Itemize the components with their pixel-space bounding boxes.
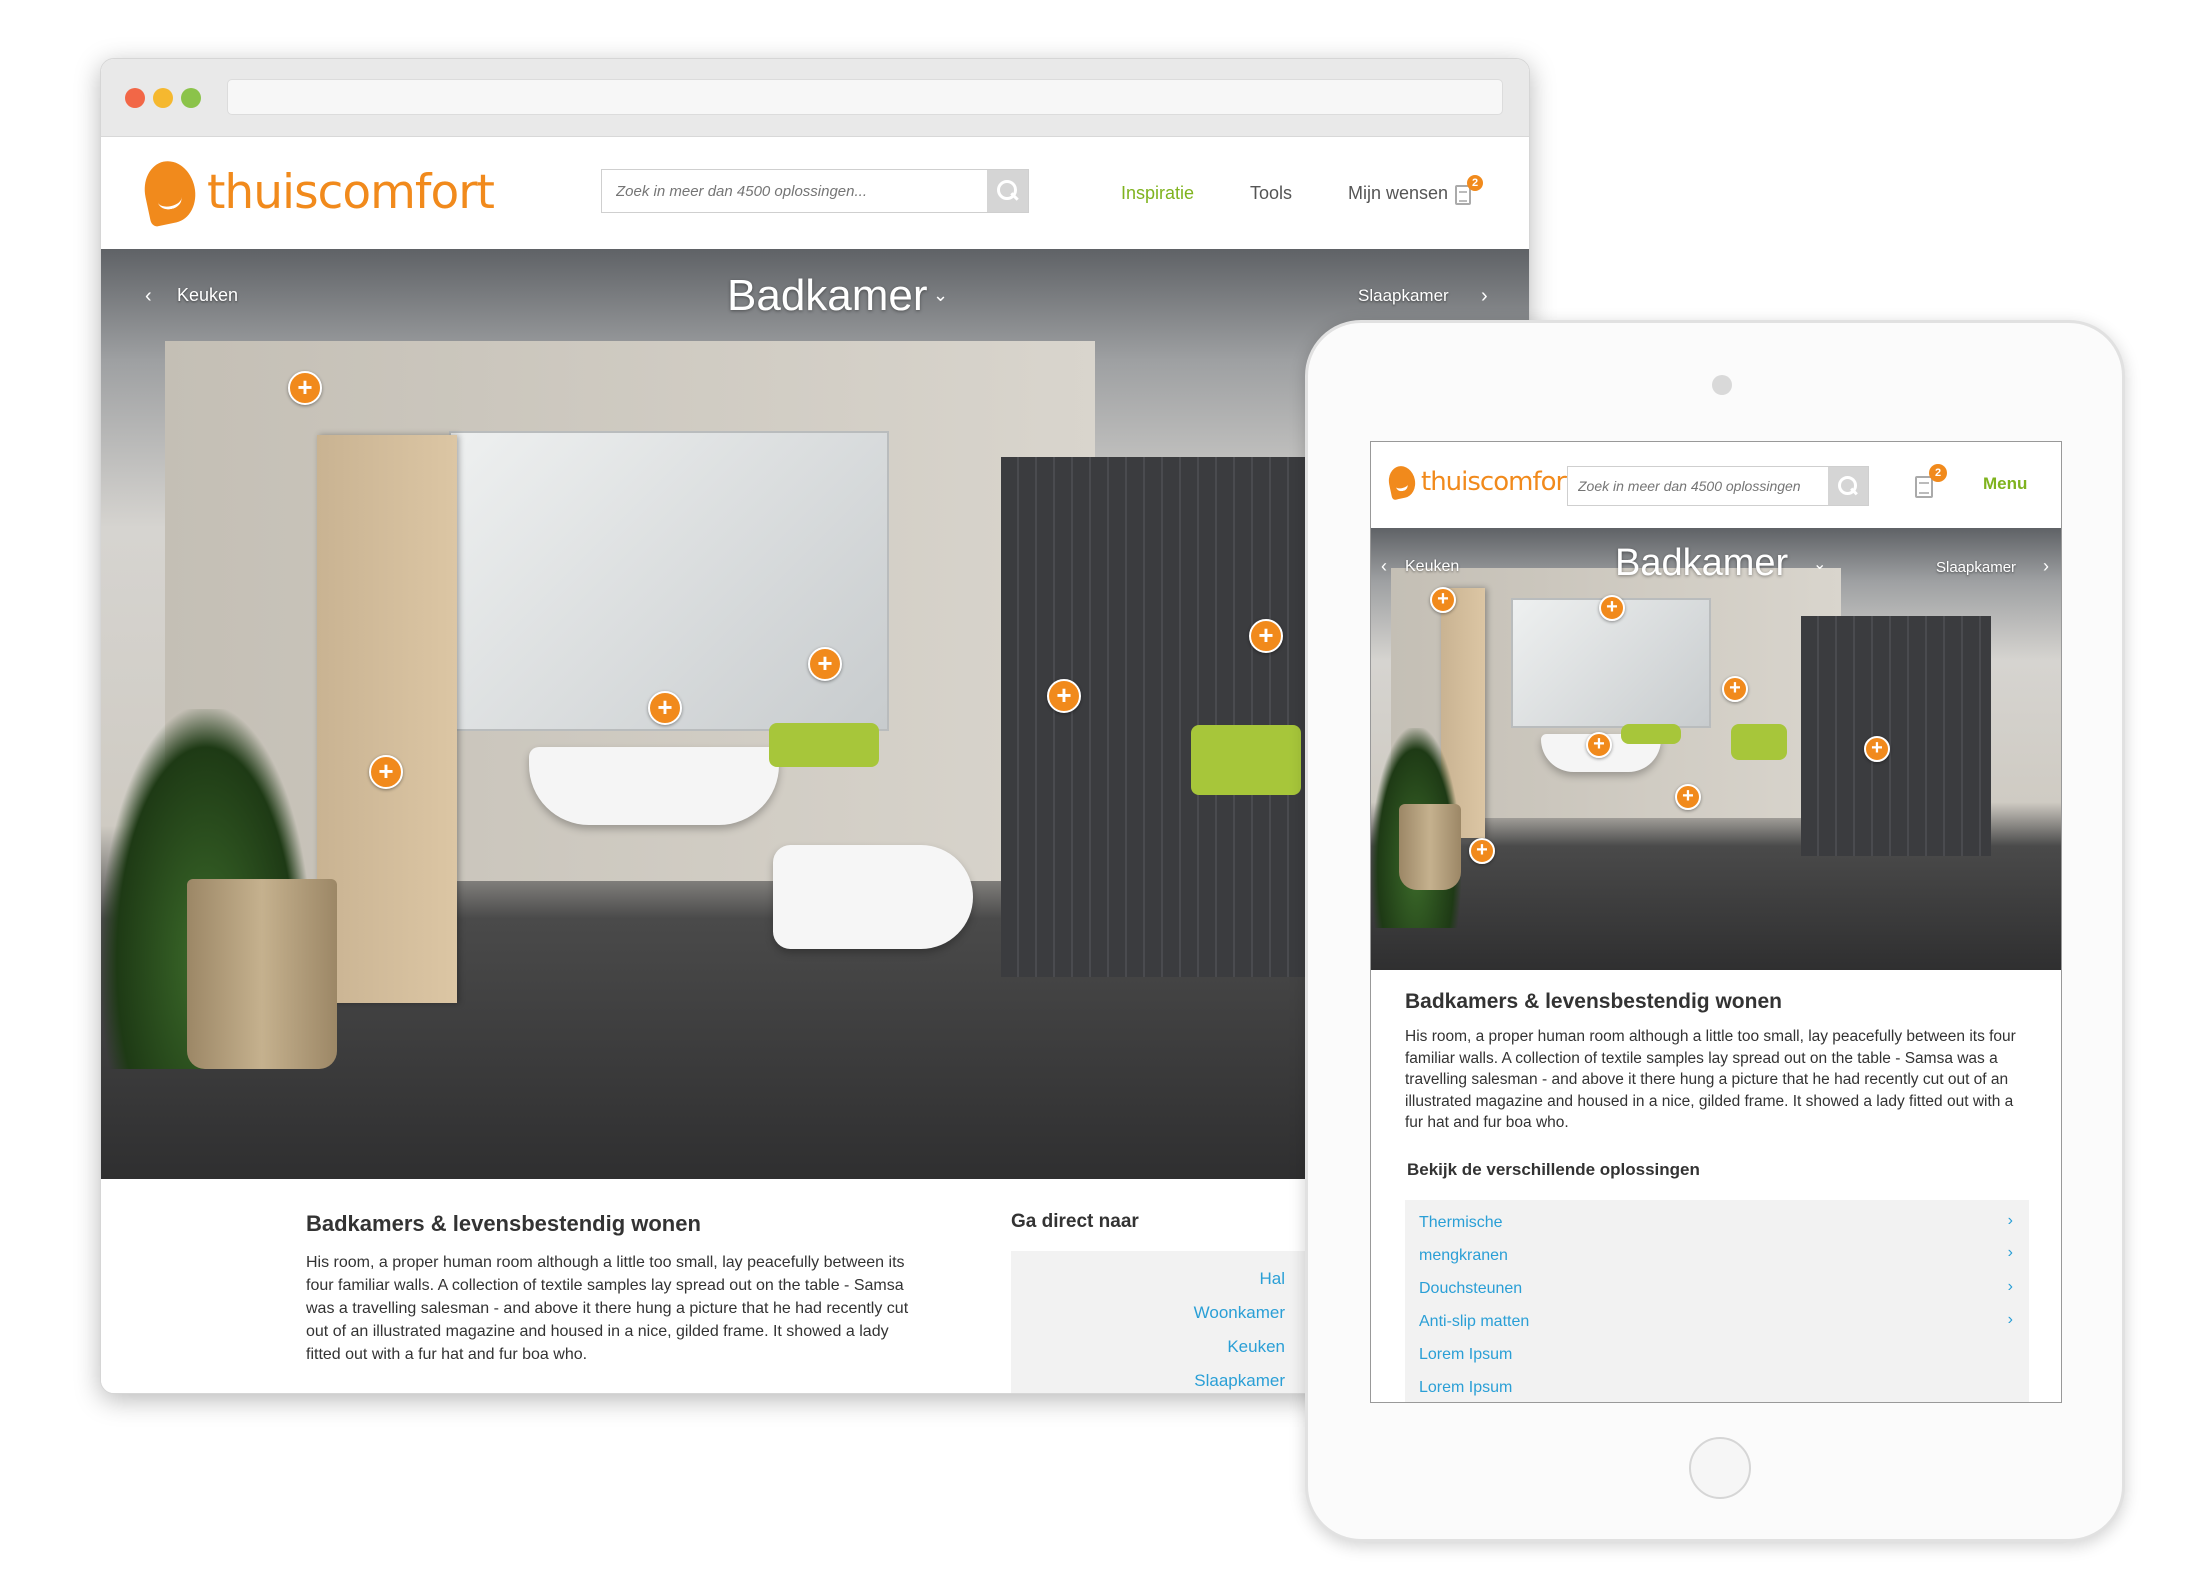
laundry-basket xyxy=(187,879,337,1069)
product-hotspot[interactable]: + xyxy=(1722,676,1748,702)
wishlist-count-badge: 2 xyxy=(1929,464,1947,482)
product-hotspot[interactable]: + xyxy=(648,691,682,725)
solution-link-mengkranen[interactable]: mengkranen xyxy=(1419,1247,1508,1265)
section-title: Badkamers & levensbestendig wonen xyxy=(306,1211,701,1236)
logo[interactable]: thuiscomfort xyxy=(139,156,495,228)
solutions-list: Thermische › mengkranen › Douchsteunen ›… xyxy=(1405,1200,2029,1402)
solution-link-lorem-ipsum[interactable]: Lorem Ipsum xyxy=(1419,1379,1512,1397)
next-room-link[interactable]: Slaapkamer xyxy=(1358,286,1449,306)
section-paragraph: His room, a proper human room although a… xyxy=(306,1254,909,1363)
logo-text: thuiscomfort xyxy=(207,164,495,220)
product-hotspot[interactable]: + xyxy=(808,647,842,681)
bathroom-scene-image xyxy=(1371,528,2061,970)
tablet-search-input[interactable] xyxy=(1568,467,1828,505)
product-hotspot[interactable]: + xyxy=(1675,784,1701,810)
prev-room-link[interactable]: Keuken xyxy=(177,285,238,306)
tablet-search-button[interactable] xyxy=(1828,467,1868,505)
product-hotspot[interactable]: + xyxy=(1047,679,1081,713)
room-title: Badkamer xyxy=(1615,542,1789,584)
home-button[interactable] xyxy=(1689,1437,1751,1499)
logo-mark-icon xyxy=(139,156,201,228)
quick-nav-link-slaapkamer[interactable]: Slaapkamer xyxy=(1194,1371,1285,1391)
close-window-dot[interactable] xyxy=(125,88,145,108)
solutions-title: Bekijk de verschillende oplossingen xyxy=(1407,1160,1700,1179)
product-hotspot[interactable]: + xyxy=(1864,736,1890,762)
search-bar xyxy=(601,169,1029,213)
tablet-search-bar xyxy=(1567,466,1869,506)
address-bar[interactable] xyxy=(227,79,1503,115)
browser-chrome xyxy=(101,59,1529,137)
next-room-link[interactable]: Slaapkamer xyxy=(1936,559,2016,576)
chevron-right-icon[interactable]: › xyxy=(1481,285,1488,308)
product-hotspot[interactable]: + xyxy=(1586,732,1612,758)
product-hotspot[interactable]: + xyxy=(1430,587,1456,613)
nav-inspiratie[interactable]: Inspiratie xyxy=(1121,183,1194,204)
room-title: Badkamer xyxy=(727,271,928,320)
tall-cabinet xyxy=(317,435,457,1003)
chevron-right-icon[interactable]: › xyxy=(2008,1244,2013,1262)
tablet-content-section: Badkamers & levensbestendig wonen His ro… xyxy=(1371,970,2061,1402)
nav-mijn-wensen[interactable]: Mijn wensen xyxy=(1348,183,1448,204)
quick-nav-title: Ga direct naar xyxy=(1011,1211,1139,1232)
quick-nav-list: Hal Woonkamer Keuken Slaapkamer xyxy=(1011,1251,1311,1393)
menu-button[interactable]: Menu xyxy=(1983,474,2027,494)
logo-text: thuiscomfort xyxy=(1421,467,1575,497)
wishlist-icon[interactable] xyxy=(1915,476,1933,498)
chevron-left-icon[interactable]: ‹ xyxy=(1381,556,1387,577)
laundry-basket xyxy=(1399,804,1461,890)
quick-nav-link-woonkamer[interactable]: Woonkamer xyxy=(1194,1303,1285,1323)
washbasin xyxy=(529,747,779,825)
solution-link-thermische[interactable]: Thermische xyxy=(1419,1214,1503,1232)
logo-mark-icon xyxy=(1385,463,1419,501)
maximize-window-dot[interactable] xyxy=(181,88,201,108)
tablet-logo[interactable]: thuiscomfort xyxy=(1385,463,1575,501)
minimize-window-dot[interactable] xyxy=(153,88,173,108)
chevron-right-icon[interactable]: › xyxy=(2008,1311,2013,1329)
site-header: thuiscomfort Inspiratie Tools Mijn wense… xyxy=(101,137,1529,249)
chevron-right-icon[interactable]: › xyxy=(2008,1212,2013,1230)
prev-room-link[interactable]: Keuken xyxy=(1405,558,1459,576)
mirror xyxy=(449,431,889,731)
tablet-mockup: thuiscomfort 2 Menu xyxy=(1305,320,2125,1542)
product-hotspot[interactable]: + xyxy=(1469,838,1495,864)
product-hotspot[interactable]: + xyxy=(369,755,403,789)
solution-link-lorem-ipsum[interactable]: Lorem Ipsum xyxy=(1419,1346,1512,1364)
search-icon xyxy=(1838,476,1858,496)
shower-seat xyxy=(1731,724,1787,760)
chevron-down-icon[interactable]: ⌄ xyxy=(1813,554,1826,574)
section-title: Badkamers & levensbestendig wonen xyxy=(1405,990,1782,1013)
tablet-header: thuiscomfort 2 Menu xyxy=(1371,442,2061,528)
tiled-shower-wall xyxy=(1801,616,1991,856)
camera-dot xyxy=(1712,375,1732,395)
wall-toilet xyxy=(773,845,973,949)
tablet-screen: thuiscomfort 2 Menu xyxy=(1370,441,2062,1403)
tablet-room-hero: + + + + + + + ‹ Keuken Badkamer ⌄ Slaapk… xyxy=(1371,528,2061,970)
product-hotspot[interactable]: + xyxy=(1599,595,1625,621)
product-hotspot[interactable]: + xyxy=(1249,619,1283,653)
nav-tools[interactable]: Tools xyxy=(1250,183,1292,204)
product-hotspot[interactable]: + xyxy=(288,371,322,405)
chevron-down-icon[interactable]: ⌄ xyxy=(933,285,948,306)
search-icon xyxy=(996,180,1019,202)
chevron-right-icon[interactable]: › xyxy=(2043,556,2049,577)
shower-seat xyxy=(1191,725,1301,795)
search-button[interactable] xyxy=(987,170,1028,212)
quick-nav-link-hal[interactable]: Hal xyxy=(1259,1269,1285,1289)
solution-link-douchsteunen[interactable]: Douchsteunen xyxy=(1419,1280,1522,1298)
section-paragraph: His room, a proper human room although a… xyxy=(1405,1028,2016,1131)
quick-nav-link-keuken[interactable]: Keuken xyxy=(1227,1337,1285,1357)
search-input[interactable] xyxy=(602,170,987,212)
solution-link-anti-slip-matten[interactable]: Anti-slip matten xyxy=(1419,1313,1529,1331)
fold-seat xyxy=(1621,724,1681,744)
fold-seat xyxy=(769,723,879,767)
wishlist-count-badge: 2 xyxy=(1467,175,1483,191)
chevron-left-icon[interactable]: ‹ xyxy=(145,285,152,308)
chevron-right-icon[interactable]: › xyxy=(2008,1278,2013,1296)
